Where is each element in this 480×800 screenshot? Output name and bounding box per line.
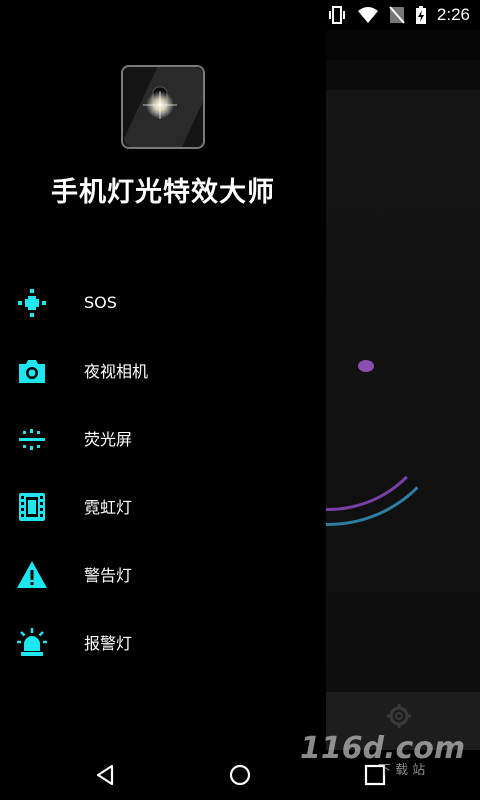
app-title: 手机灯光特效大师 [51, 177, 275, 208]
watermark: 116d.com 下 载 站 [300, 728, 470, 778]
menu-item-label: 夜视相机 [84, 362, 149, 381]
menu-item-warning-light[interactable]: 警告灯 [0, 540, 326, 608]
menu-item-glow-screen[interactable]: 荧光屏 [0, 404, 326, 472]
menu-item-label: 警告灯 [84, 566, 133, 585]
app-logo [121, 65, 205, 149]
film-icon [19, 493, 45, 521]
no-sim-icon [389, 6, 405, 24]
status-bar: x 2:26 [0, 0, 480, 30]
menu-item-label: 报警灯 [84, 634, 133, 653]
watermark-logo: 116d.com 下 载 站 [300, 731, 465, 778]
navigation-drawer: 手机灯光特效大师 SOS 夜视相机 荧光屏 霓虹灯 警告灯 报警灯 [0, 30, 326, 750]
wifi-icon: x [357, 7, 378, 24]
menu-item-alarm-light[interactable]: 报警灯 [0, 608, 326, 676]
battery-charging-icon [415, 6, 426, 24]
settings-gear-icon[interactable] [385, 702, 413, 730]
alarm-light-icon [17, 628, 47, 656]
warning-icon [17, 561, 47, 588]
status-time: 2:26 [436, 5, 470, 24]
sos-plus-icon [18, 289, 46, 317]
screen-glow-icon [19, 429, 45, 450]
svg-text:x: x [372, 16, 377, 24]
phone-flashlight-logo [123, 67, 203, 147]
status-icons: x 2:26 [327, 0, 470, 30]
menu-item-night-camera[interactable]: 夜视相机 [0, 336, 326, 404]
home-icon[interactable] [228, 763, 252, 787]
svg-text:下 载 站: 下 载 站 [378, 763, 425, 778]
ring-knob [358, 360, 374, 372]
back-icon[interactable] [93, 763, 117, 787]
menu-item-label: SOS [84, 292, 117, 312]
background-app-header [326, 60, 480, 90]
menu-item-label: 霓虹灯 [84, 498, 133, 517]
drawer-menu: SOS 夜视相机 荧光屏 霓虹灯 警告灯 报警灯 [0, 268, 326, 676]
svg-text:116d.com: 116d.com [300, 731, 465, 766]
menu-item-sos[interactable]: SOS [0, 268, 326, 336]
menu-item-label: 荧光屏 [84, 430, 133, 449]
camera-icon [19, 360, 45, 383]
menu-item-neon[interactable]: 霓虹灯 [0, 472, 326, 540]
vibrate-icon [328, 6, 345, 24]
